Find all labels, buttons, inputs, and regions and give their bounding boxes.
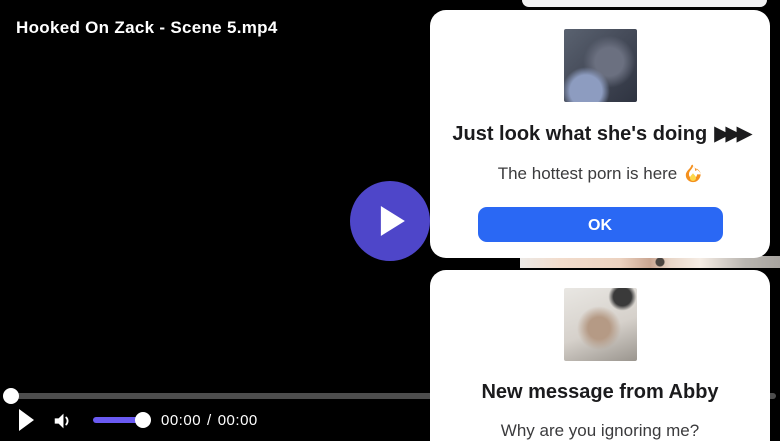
play-button[interactable]	[19, 409, 34, 431]
background-popup-peek	[522, 0, 767, 7]
popup-headline: Just look what she's doing ▶▶▶	[452, 122, 753, 145]
volume-icon	[54, 413, 69, 429]
time-display: 00:00 / 00:00	[161, 412, 258, 429]
popup-headline: New message from Abby	[481, 381, 719, 403]
popup-ad-ok[interactable]: Just look what she's doing ▶▶▶ The hottes…	[430, 10, 770, 258]
current-time: 00:00	[161, 412, 202, 429]
seek-bar-handle[interactable]	[3, 388, 19, 404]
page: Hooked On Zack - Scene 5.mp4 00:00 / 00:…	[0, 0, 780, 441]
popup-thumbnail-image[interactable]	[563, 288, 637, 361]
popup-thumbnail-image[interactable]	[563, 29, 637, 102]
triple-arrow-icon: ▶▶▶	[714, 122, 753, 145]
volume-slider-handle[interactable]	[135, 412, 151, 428]
mute-button[interactable]	[52, 410, 74, 432]
fire-emoji-icon	[686, 164, 701, 183]
play-icon	[380, 206, 405, 236]
popup-subtext: The hottest porn is here	[430, 164, 770, 183]
video-title: Hooked On Zack - Scene 5.mp4	[16, 18, 278, 37]
duration: 00:00	[217, 412, 258, 429]
big-play-button[interactable]	[350, 181, 430, 261]
popup-subtext: Why are you ignoring me?	[500, 421, 700, 440]
ok-button[interactable]: OK	[477, 207, 723, 242]
time-separator: /	[207, 412, 212, 429]
popup-ad-message[interactable]: New message from Abby Why are you ignori…	[430, 270, 770, 441]
